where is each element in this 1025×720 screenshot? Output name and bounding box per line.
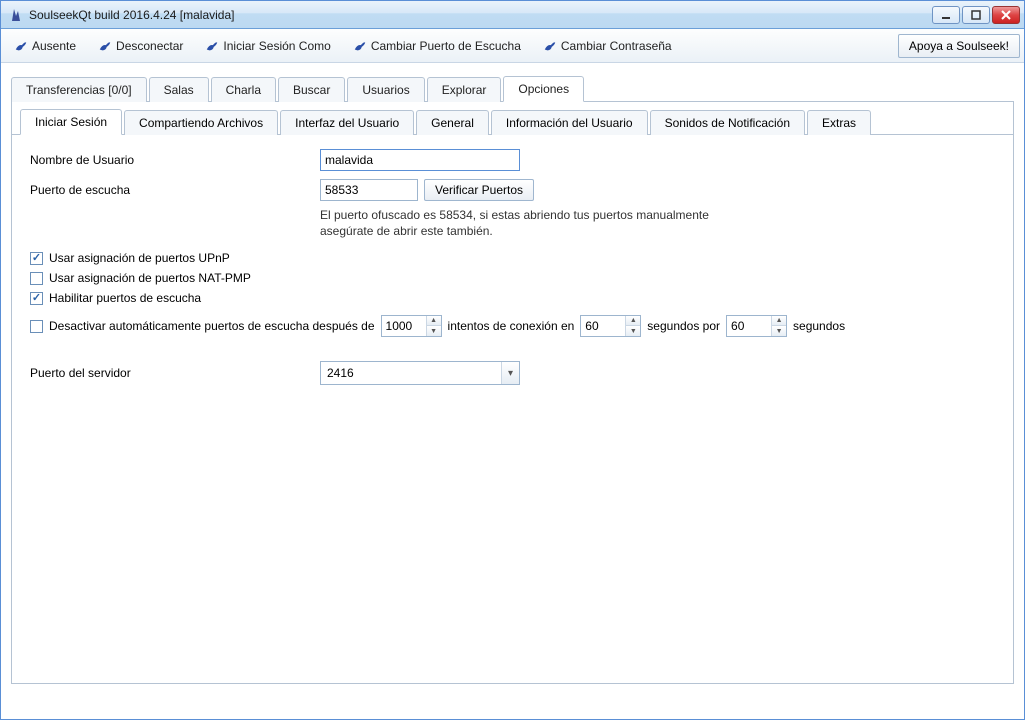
listen-port-input[interactable] [320,179,418,201]
seconds2-input[interactable] [727,316,771,336]
enable-ports-label: Habilitar puertos de escucha [49,291,201,305]
tab-explore[interactable]: Explorar [427,77,502,102]
close-button[interactable] [992,6,1020,24]
change-password-label: Cambiar Contraseña [561,39,672,53]
subtab-login[interactable]: Iniciar Sesión [20,109,122,135]
bird-icon [98,39,112,53]
server-port-combo[interactable] [320,361,520,385]
toolbar: Ausente Desconectar Iniciar Sesión Como … [1,29,1024,63]
auto-disable-suffix: segundos [793,319,845,333]
spin-up-icon[interactable]: ▲ [626,316,640,326]
tab-search[interactable]: Buscar [278,77,345,102]
chevron-down-icon[interactable] [501,362,519,384]
bird-icon [205,39,219,53]
natpmp-checkbox[interactable] [30,272,43,285]
bird-icon [14,39,28,53]
port-hint: El puerto ofuscado es 58534, si estas ab… [320,207,720,239]
away-label: Ausente [32,39,76,53]
spin-up-icon[interactable]: ▲ [427,316,441,326]
seconds2-spinner[interactable]: ▲▼ [726,315,787,337]
server-port-input[interactable] [321,366,501,380]
subtab-sounds[interactable]: Sonidos de Notificación [650,110,805,135]
disconnect-label: Desconectar [116,39,183,53]
change-password-button[interactable]: Cambiar Contraseña [534,35,681,57]
minimize-button[interactable] [932,6,960,24]
subtab-extras[interactable]: Extras [807,110,871,135]
port-label: Puerto de escucha [30,183,320,197]
seconds1-spinner[interactable]: ▲▼ [580,315,641,337]
away-button[interactable]: Ausente [5,35,85,57]
username-input[interactable] [320,149,520,171]
subtab-userinfo[interactable]: Información del Usuario [491,110,648,135]
natpmp-label: Usar asignación de puertos NAT-PMP [49,271,251,285]
main-tabs: Transferencias [0/0] Salas Charla Buscar… [11,75,1014,102]
tab-chat[interactable]: Charla [211,77,276,102]
spin-down-icon[interactable]: ▼ [772,326,786,336]
subtab-general[interactable]: General [416,110,489,135]
auto-disable-mid2: segundos por [647,319,720,333]
window-title: SoulseekQt build 2016.4.24 [malavida] [29,8,234,22]
subtab-ui[interactable]: Interfaz del Usuario [280,110,414,135]
change-port-button[interactable]: Cambiar Puerto de Escucha [344,35,530,57]
disconnect-button[interactable]: Desconectar [89,35,192,57]
username-label: Nombre de Usuario [30,153,320,167]
bird-icon [543,39,557,53]
maximize-button[interactable] [962,6,990,24]
auto-disable-prefix: Desactivar automáticamente puertos de es… [49,319,375,333]
upnp-checkbox[interactable] [30,252,43,265]
tab-options[interactable]: Opciones [503,76,584,102]
titlebar: SoulseekQt build 2016.4.24 [malavida] [1,1,1024,29]
spin-up-icon[interactable]: ▲ [772,316,786,326]
login-as-label: Iniciar Sesión Como [223,39,330,53]
login-form: Nombre de Usuario Puerto de escucha Veri… [12,135,1013,683]
attempts-input[interactable] [382,316,426,336]
change-port-label: Cambiar Puerto de Escucha [371,39,521,53]
login-as-button[interactable]: Iniciar Sesión Como [196,35,339,57]
app-icon [9,7,25,23]
subtab-sharing[interactable]: Compartiendo Archivos [124,110,278,135]
spin-down-icon[interactable]: ▼ [427,326,441,336]
bird-icon [353,39,367,53]
support-button[interactable]: Apoya a Soulseek! [898,34,1020,58]
verify-ports-button[interactable]: Verificar Puertos [424,179,534,201]
upnp-label: Usar asignación de puertos UPnP [49,251,230,265]
attempts-spinner[interactable]: ▲▼ [381,315,442,337]
options-subtabs: Iniciar Sesión Compartiendo Archivos Int… [12,102,1013,135]
auto-disable-checkbox[interactable] [30,320,43,333]
tab-transfers[interactable]: Transferencias [0/0] [11,77,147,102]
auto-disable-mid1: intentos de conexión en [448,319,575,333]
tab-rooms[interactable]: Salas [149,77,209,102]
server-port-label: Puerto del servidor [30,366,320,380]
spin-down-icon[interactable]: ▼ [626,326,640,336]
seconds1-input[interactable] [581,316,625,336]
enable-ports-checkbox[interactable] [30,292,43,305]
tab-users[interactable]: Usuarios [347,77,424,102]
